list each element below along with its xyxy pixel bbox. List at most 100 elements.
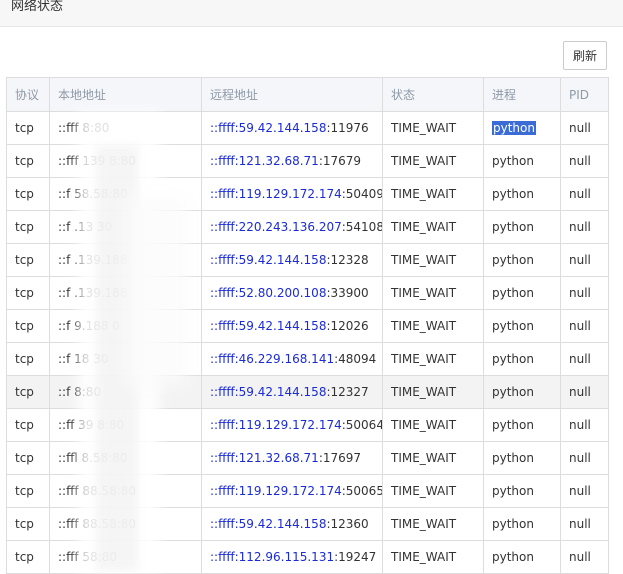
remote-port: :54108 — [341, 220, 383, 234]
remote-address-cell: ::ffff:119.129.172.174:50064 — [201, 408, 383, 442]
remote-ip: ::ffff:59.42.144.158 — [210, 319, 327, 333]
process-name: python — [492, 286, 534, 300]
state-cell: TIME_WAIT — [382, 342, 484, 376]
state-cell: TIME_WAIT — [382, 408, 484, 442]
process-cell: python — [483, 276, 561, 310]
process-name: python — [492, 253, 534, 267]
remote-port: :48094 — [334, 352, 377, 366]
panel-header: 网络状态 — [0, 0, 623, 27]
state-cell: TIME_WAIT — [382, 540, 484, 574]
process-name: python — [492, 451, 534, 465]
remote-ip: ::ffff:46.229.168.141 — [210, 352, 335, 366]
process-cell: python — [483, 210, 561, 244]
remote-ip: ::ffff:59.42.144.158 — [210, 121, 327, 135]
protocol-cell: tcp — [6, 507, 50, 541]
remote-address-cell: ::ffff:59.42.144.158:12328 — [201, 243, 383, 277]
remote-ip: ::ffff:119.129.172.174 — [210, 418, 342, 432]
remote-port: :19247 — [334, 550, 377, 564]
protocol-cell: tcp — [6, 540, 50, 574]
process-name: python — [492, 385, 534, 399]
remote-ip: ::ffff:121.32.68.71 — [210, 154, 319, 168]
process-cell: python — [483, 177, 561, 211]
remote-port: :17679 — [318, 154, 362, 168]
process-cell: python — [483, 342, 561, 376]
process-cell: python — [483, 441, 561, 475]
state-cell: TIME_WAIT — [382, 276, 484, 310]
remote-port: :11976 — [326, 121, 369, 135]
remote-address-cell: ::ffff:46.229.168.141:48094 — [201, 342, 383, 376]
table-header-row: 协议 本地地址 远程地址 状态 进程 PID — [6, 77, 609, 112]
remote-address-cell: ::ffff:59.42.144.158:12327 — [201, 375, 383, 409]
protocol-cell: tcp — [6, 408, 50, 442]
remote-ip: ::ffff:119.129.172.174 — [210, 187, 342, 201]
protocol-cell: tcp — [6, 375, 50, 409]
state-cell: TIME_WAIT — [382, 210, 484, 244]
pid-cell: null — [560, 375, 609, 409]
process-name: python — [492, 550, 534, 564]
refresh-button[interactable]: 刷新 — [563, 41, 607, 70]
protocol-cell: tcp — [6, 210, 50, 244]
pid-cell: null — [560, 441, 609, 475]
page-title: 网络状态 — [11, 0, 64, 14]
remote-port: :50065 — [341, 484, 383, 498]
protocol-cell: tcp — [6, 474, 50, 508]
process-cell: python — [483, 408, 561, 442]
pid-cell: null — [560, 309, 609, 343]
privacy-blur-overlay — [125, 196, 187, 386]
protocol-cell: tcp — [6, 309, 50, 343]
state-cell: TIME_WAIT — [382, 375, 484, 409]
protocol-cell: tcp — [6, 441, 50, 475]
state-cell: TIME_WAIT — [382, 507, 484, 541]
process-name: python — [492, 187, 534, 201]
remote-address-cell: ::ffff:112.96.115.131:19247 — [201, 540, 383, 574]
column-header-protocol[interactable]: 协议 — [6, 77, 50, 112]
process-cell: python — [483, 474, 561, 508]
protocol-cell: tcp — [6, 276, 50, 310]
pid-cell: null — [560, 507, 609, 541]
column-header-process[interactable]: 进程 — [483, 77, 561, 112]
remote-port: :12327 — [326, 385, 369, 399]
remote-address-cell: ::ffff:52.80.200.108:33900 — [201, 276, 383, 310]
state-cell: TIME_WAIT — [382, 111, 484, 145]
process-name: python — [492, 154, 534, 168]
remote-port: :50064 — [341, 418, 383, 432]
process-name: python — [492, 418, 534, 432]
protocol-cell: tcp — [6, 144, 50, 178]
column-header-local-address[interactable]: 本地地址 — [49, 77, 202, 112]
protocol-cell: tcp — [6, 111, 50, 145]
protocol-cell: tcp — [6, 243, 50, 277]
remote-port: :12360 — [326, 517, 369, 531]
column-header-remote-address[interactable]: 远程地址 — [201, 77, 383, 112]
remote-ip: ::ffff:52.80.200.108 — [210, 286, 327, 300]
process-name: python — [492, 121, 536, 135]
pid-cell: null — [560, 474, 609, 508]
process-cell: python — [483, 540, 561, 574]
state-cell: TIME_WAIT — [382, 144, 484, 178]
state-cell: TIME_WAIT — [382, 177, 484, 211]
process-cell: python — [483, 144, 561, 178]
remote-address-cell: ::ffff:220.243.136.207:54108 — [201, 210, 383, 244]
pid-cell: null — [560, 111, 609, 145]
remote-address-cell: ::ffff:121.32.68.71:17697 — [201, 441, 383, 475]
remote-address-cell: ::ffff:59.42.144.158:12026 — [201, 309, 383, 343]
remote-ip: ::ffff:59.42.144.158 — [210, 385, 327, 399]
process-cell: python — [483, 111, 561, 145]
column-header-pid[interactable]: PID — [560, 77, 609, 112]
remote-ip: ::ffff:220.243.136.207 — [210, 220, 342, 234]
remote-port: :17697 — [318, 451, 362, 465]
remote-port: :12026 — [326, 319, 369, 333]
process-name: python — [492, 484, 534, 498]
protocol-cell: tcp — [6, 177, 50, 211]
remote-address-cell: ::ffff:121.32.68.71:17679 — [201, 144, 383, 178]
pid-cell: null — [560, 177, 609, 211]
remote-port: :33900 — [326, 286, 369, 300]
state-cell: TIME_WAIT — [382, 474, 484, 508]
pid-cell: null — [560, 144, 609, 178]
remote-address-cell: ::ffff:119.129.172.174:50065 — [201, 474, 383, 508]
process-cell: python — [483, 243, 561, 277]
remote-address-cell: ::ffff:59.42.144.158:12360 — [201, 507, 383, 541]
column-header-state[interactable]: 状态 — [382, 77, 484, 112]
process-cell: python — [483, 375, 561, 409]
protocol-cell: tcp — [6, 342, 50, 376]
remote-ip: ::ffff:112.96.115.131 — [210, 550, 335, 564]
